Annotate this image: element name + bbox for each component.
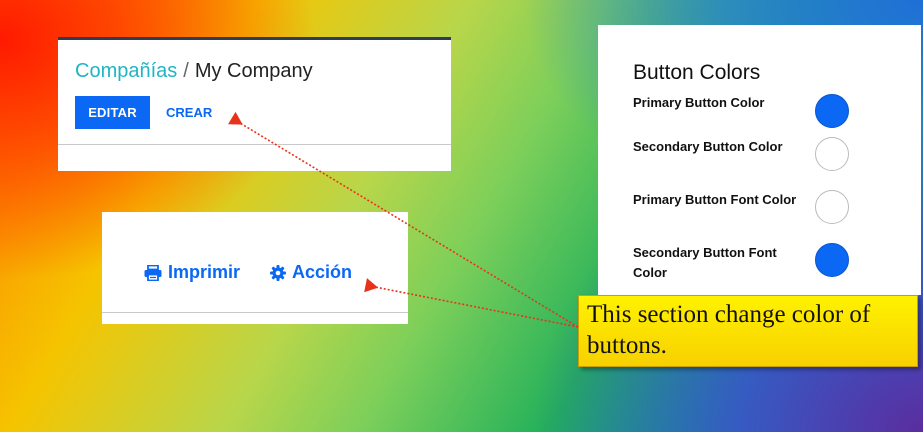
action-button[interactable]: Acción — [270, 262, 352, 283]
form-button-row: EDITAR CREAR — [75, 96, 212, 129]
color-label: Secondary Button Color — [633, 139, 783, 154]
breadcrumb-parent-link[interactable]: Compañías — [75, 60, 177, 82]
color-label: Primary Button Color — [633, 95, 765, 110]
divider — [102, 312, 408, 313]
color-label: Primary Button Font Color — [633, 192, 797, 207]
edit-button[interactable]: EDITAR — [75, 96, 150, 129]
print-icon — [144, 264, 162, 281]
print-label: Imprimir — [168, 262, 241, 282]
color-label: Secondary Button Font Color — [633, 245, 777, 280]
action-label: Acción — [292, 262, 353, 282]
secondary-button-color-swatch[interactable] — [815, 137, 849, 171]
primary-button-color-swatch[interactable] — [815, 94, 849, 128]
print-button[interactable]: Imprimir — [144, 262, 240, 283]
secondary-button-font-color-row: Secondary Button Font Color — [633, 243, 849, 283]
secondary-button-color-row: Secondary Button Color — [633, 137, 849, 171]
primary-button-font-color-row: Primary Button Font Color — [633, 190, 849, 224]
secondary-button-font-color-swatch[interactable] — [815, 243, 849, 277]
primary-button-color-row: Primary Button Color — [633, 93, 849, 128]
annotation-note: This section change color of buttons. — [578, 295, 918, 367]
create-button[interactable]: CREAR — [166, 96, 212, 129]
form-header-panel: Compañías / My Company EDITAR CREAR — [58, 37, 451, 171]
divider — [58, 144, 451, 145]
breadcrumb-current: My Company — [194, 60, 313, 82]
breadcrumb: Compañías / My Company — [75, 60, 313, 83]
actions-panel: Imprimir Acción — [102, 212, 408, 324]
breadcrumb-separator: / — [183, 60, 189, 82]
primary-button-font-color-swatch[interactable] — [815, 190, 849, 224]
actions-row: Imprimir Acción — [144, 262, 352, 283]
gear-icon — [270, 264, 287, 281]
button-colors-title: Button Colors — [633, 61, 761, 84]
button-colors-panel: Button Colors Primary Button Color Secon… — [598, 25, 921, 295]
